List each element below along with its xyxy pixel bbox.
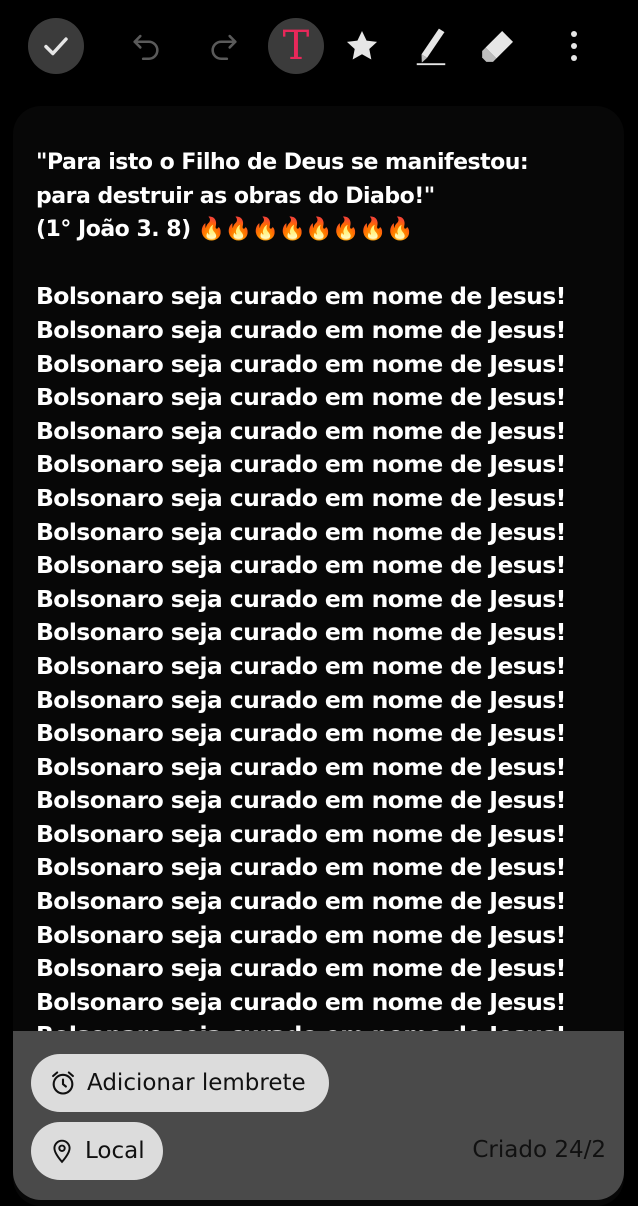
alarm-clock-icon [49,1069,77,1097]
text-format-icon: T [282,23,310,69]
note-line: Bolsonaro seja curado em nome de Jesus! [36,483,566,512]
more-options-button[interactable] [546,18,602,74]
more-vertical-icon [571,31,577,61]
note-line: Bolsonaro seja curado em nome de Jesus! [36,517,566,546]
note-line: Bolsonaro seja curado em nome de Jesus! [36,315,566,344]
note-line: Bolsonaro seja curado em nome de Jesus! [36,954,566,983]
location-label: Local [85,1138,145,1164]
reference-line: (1° João 3. 8) 🔥🔥🔥🔥🔥🔥🔥🔥 [36,213,616,247]
redo-icon [211,34,237,61]
check-icon [44,37,68,56]
note-footer-panel: Adicionar lembrete Local Criado 24/2 [13,1031,624,1200]
note-line: Bolsonaro seja curado em nome de Jesus! [36,920,566,949]
note-line: Bolsonaro seja curado em nome de Jesus! [36,651,566,680]
star-icon [346,30,378,60]
note-line: Bolsonaro seja curado em nome de Jesus! [36,685,566,714]
done-button[interactable] [28,18,84,74]
verse-reference: (1° João 3. 8) [36,217,198,243]
note-line: Bolsonaro seja curado em nome de Jesus! [36,752,566,781]
quote-line: para destruir as obras do Diabo!" [36,183,435,209]
redo-button[interactable] [196,18,252,74]
undo-icon [133,34,159,61]
note-line: Bolsonaro seja curado em nome de Jesus! [36,719,566,748]
note-line: Bolsonaro seja curado em nome de Jesus! [36,584,566,613]
note-line: Bolsonaro seja curado em nome de Jesus! [36,786,566,815]
note-line: Bolsonaro seja curado em nome de Jesus! [36,349,566,378]
pen-button[interactable] [403,18,459,74]
quote-line: "Para isto o Filho de Deus se manifestou… [36,150,529,175]
eraser-button[interactable] [470,18,526,74]
note-line: Bolsonaro seja curado em nome de Jesus! [36,416,566,445]
created-date: Criado 24/2 [472,1137,606,1163]
note-line: Bolsonaro seja curado em nome de Jesus! [36,819,566,848]
pen-icon [416,28,446,66]
note-line: Bolsonaro seja curado em nome de Jesus! [36,987,566,1016]
note-line: Bolsonaro seja curado em nome de Jesus! [36,618,566,647]
note-line: Bolsonaro seja curado em nome de Jesus! [36,383,566,412]
note-line: Bolsonaro seja curado em nome de Jesus! [36,887,566,916]
editor-toolbar: T [0,0,638,92]
repeated-lines-list: Bolsonaro seja curado em nome de Jesus! B… [36,280,616,1053]
note-line: Bolsonaro seja curado em nome de Jesus! [36,450,566,479]
note-line: Bolsonaro seja curado em nome de Jesus! [36,282,566,311]
favorite-button[interactable] [334,18,390,74]
text-format-button[interactable]: T [268,18,324,74]
location-pin-icon [49,1137,75,1165]
note-line: Bolsonaro seja curado em nome de Jesus! [36,853,566,882]
undo-button[interactable] [118,18,174,74]
eraser-icon [482,31,513,62]
add-reminder-button[interactable]: Adicionar lembrete [31,1054,329,1112]
note-line: Bolsonaro seja curado em nome de Jesus! [36,551,566,580]
fire-emojis: 🔥🔥🔥🔥🔥🔥🔥🔥 [197,217,414,243]
add-reminder-label: Adicionar lembrete [87,1070,306,1096]
location-button[interactable]: Local [31,1122,163,1180]
note-content[interactable]: "Para isto o Filho de Deus se manifestou… [36,146,616,1053]
